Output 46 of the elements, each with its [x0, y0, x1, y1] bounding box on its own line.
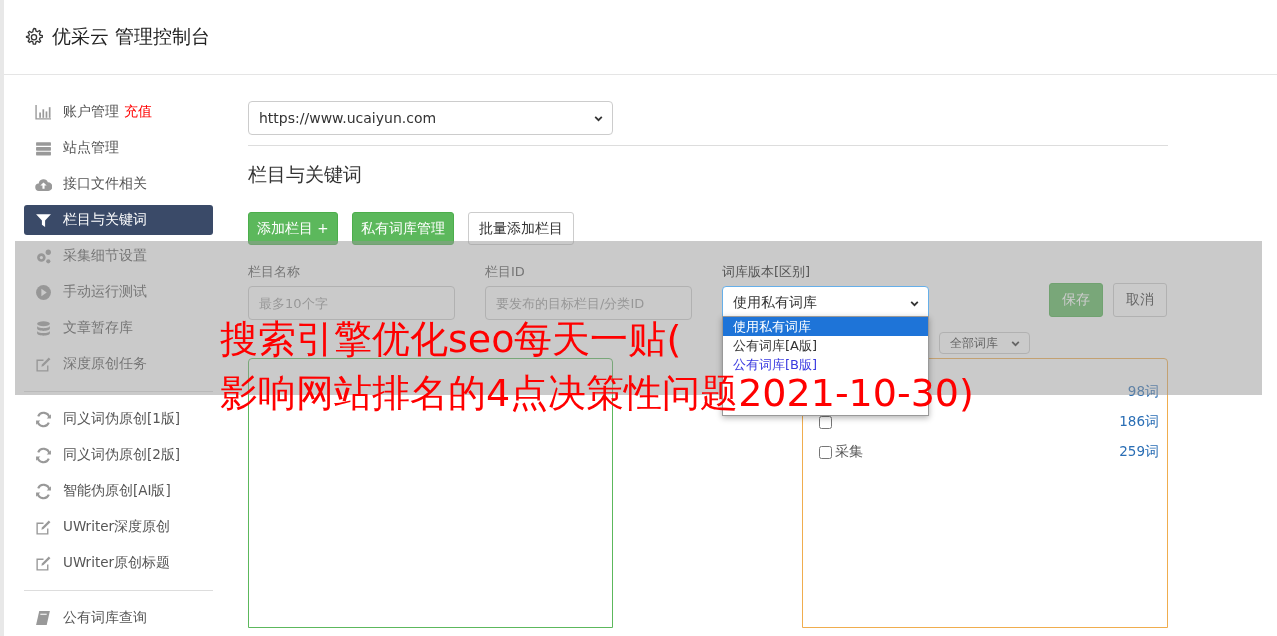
- field-label: 栏目名称: [248, 263, 301, 281]
- dropdown-option[interactable]: 公有词库[B版]: [723, 355, 928, 374]
- sidebar-item[interactable]: UWriter原创标题: [24, 548, 213, 578]
- headline-text: 搜索引擎优化seo每天一贴(: [220, 320, 682, 358]
- site-select[interactable]: https://www.ucaiyun.com: [248, 101, 613, 135]
- dropdown-option[interactable]: 使用私有词库: [723, 317, 928, 336]
- refresh-icon: [35, 446, 52, 464]
- sidebar-item[interactable]: 智能伪原创[AI版]: [24, 476, 213, 506]
- edit-icon: [35, 355, 52, 373]
- library-filter-select[interactable]: 全部词库: [939, 332, 1030, 354]
- recharge-link[interactable]: 充值: [124, 103, 152, 121]
- word-count: 98词: [1127, 383, 1159, 401]
- sidebar-item[interactable]: 同义词伪原创[1版]: [24, 404, 213, 434]
- dropdown-option[interactable]: 公有词库[A版]: [723, 336, 928, 355]
- refresh-icon: [35, 410, 52, 428]
- field-label: 词库版本[区别]: [722, 263, 812, 281]
- cancel-button[interactable]: 取消: [1113, 283, 1167, 317]
- database-icon: [35, 319, 52, 337]
- section-title: 栏目与关键词: [248, 162, 363, 187]
- checkbox[interactable]: [819, 445, 832, 459]
- refresh-icon: [35, 482, 52, 500]
- field-label: 栏目ID: [485, 263, 526, 281]
- sidebar-item[interactable]: 栏目与关键词: [24, 205, 213, 235]
- checkbox[interactable]: [819, 415, 832, 429]
- book-icon: [35, 609, 52, 627]
- headline-text: 影响网站排名的4点决策性问题2021-10-30): [220, 374, 974, 412]
- app-title: 优采云 管理控制台: [52, 24, 211, 49]
- word-count: 259词: [1119, 443, 1159, 461]
- menu-label: 账户管理: [63, 103, 119, 121]
- play-icon: [35, 283, 52, 301]
- sidebar-item[interactable]: 接口文件相关: [24, 169, 213, 199]
- library-name: 采集: [835, 443, 863, 461]
- word-count: 186词: [1119, 413, 1159, 431]
- sidebar-item[interactable]: 同义词伪原创[2版]: [24, 440, 213, 470]
- sidebar-item[interactable]: 公有词库查询: [24, 603, 213, 633]
- sidebar-item[interactable]: 站点管理: [24, 133, 213, 163]
- action-button[interactable]: 批量添加栏目: [467, 212, 574, 245]
- filter-icon: [35, 211, 52, 229]
- edit-icon: [35, 518, 52, 536]
- settings-icon: [24, 27, 44, 47]
- sidebar-item[interactable]: UWriter深度原创: [24, 512, 213, 542]
- sidebar-item[interactable]: 账户管理 充值: [24, 97, 213, 127]
- server-icon: [35, 139, 52, 157]
- gears-icon: [35, 247, 52, 265]
- chart-icon: [35, 103, 52, 121]
- edit-icon: [35, 554, 52, 572]
